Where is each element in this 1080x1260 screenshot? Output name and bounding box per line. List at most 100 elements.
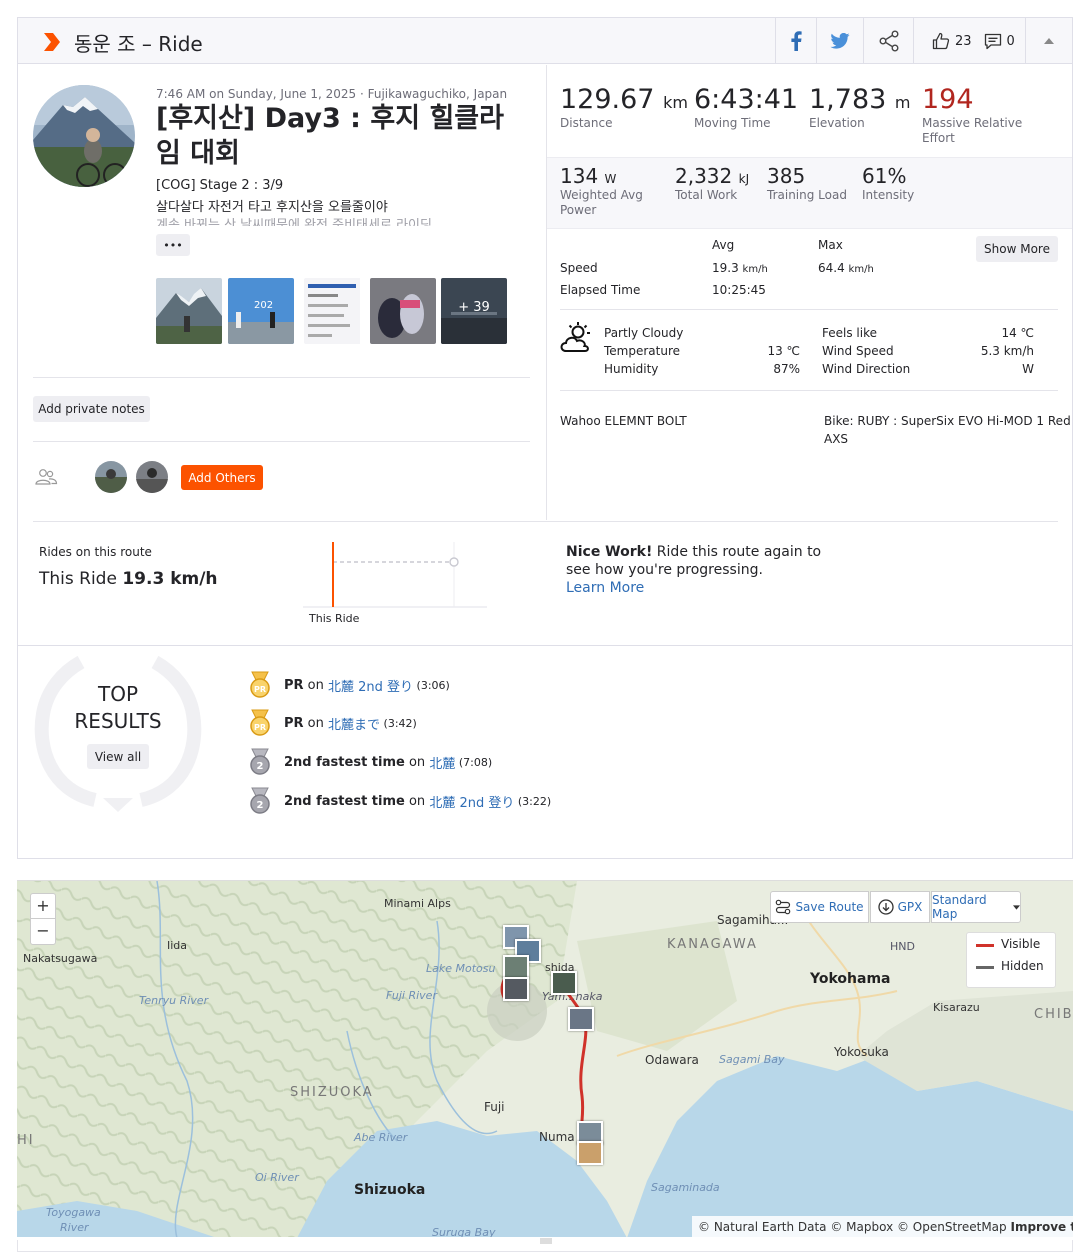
stat-training-load[interactable]: 385 Training Load [767, 164, 847, 203]
photo-pin[interactable] [503, 977, 529, 1001]
caret-down-icon [1013, 904, 1020, 910]
bike-name-line2: AXS [824, 432, 849, 446]
wind-speed-label: Wind Speed [822, 344, 894, 358]
speed-label: Speed [560, 261, 598, 275]
activity-description-line2: 살다살다 자전거 타고 후지산을 오를줄이야 [156, 200, 388, 215]
svg-text:PR: PR [254, 685, 266, 694]
photo-thumbnail[interactable] [370, 278, 436, 344]
route-map[interactable]: Kofu Minami Alps Iida Nakatsugawa Sagami… [17, 880, 1073, 1237]
map-label-chiba: CHIB [1034, 1007, 1073, 1022]
add-others-button[interactable]: Add Others [181, 465, 263, 490]
map-label-yokosuka: Yokosuka [834, 1045, 889, 1059]
result-achievement: PR [284, 715, 304, 731]
photo-pin[interactable] [503, 955, 529, 979]
group-athlete-avatar[interactable] [136, 461, 168, 493]
thumbs-up-icon [932, 32, 950, 50]
more-description-button[interactable]: ••• [156, 234, 190, 256]
sport-chevron-icon [44, 33, 60, 51]
relative-effort-value: 194 [922, 84, 974, 115]
drag-handle-icon[interactable] [540, 1238, 552, 1244]
divider [33, 521, 1058, 522]
power-unit: W [604, 172, 617, 186]
photo-pin[interactable] [551, 971, 577, 995]
route-comparison-chart [303, 542, 487, 608]
zoom-in-button[interactable]: + [31, 894, 55, 919]
stat-intensity[interactable]: 61% Intensity [862, 164, 914, 203]
stat-moving-time: 6:43:41 Moving Time [694, 84, 798, 131]
athlete-avatar[interactable] [33, 85, 135, 187]
add-private-notes-button[interactable]: Add private notes [33, 396, 150, 422]
chart-this-ride-label: This Ride [309, 612, 360, 625]
svg-text:2: 2 [257, 800, 264, 811]
comments-button[interactable]: 0 [984, 33, 1015, 50]
learn-more-link[interactable]: Learn More [566, 579, 821, 597]
photo-thumbnail[interactable] [156, 278, 222, 344]
stat-relative-effort[interactable]: 194 Massive Relative Effort [922, 84, 1022, 146]
distance-label: Distance [560, 116, 613, 130]
twitter-share-button[interactable] [816, 18, 863, 64]
save-route-button[interactable]: Save Route [770, 891, 869, 923]
zoom-out-button[interactable]: − [31, 919, 55, 944]
result-segment-link[interactable]: 北麓まで [328, 714, 380, 733]
result-segment-link[interactable]: 北麓 2nd 登り [429, 792, 514, 811]
moving-time-value: 6:43:41 [694, 84, 799, 115]
divider [560, 390, 1058, 391]
map-label-oi-river: Oi River [255, 1171, 299, 1184]
result-achievement: PR [284, 677, 304, 693]
legend-hidden-label: Hidden [1001, 959, 1044, 973]
show-more-button[interactable]: Show More [976, 236, 1058, 262]
relative-effort-label1: Massive Relative [922, 116, 1023, 130]
activity-description-line1: [COG] Stage 2 : 3/9 [156, 178, 284, 193]
activity-card: 동운 조 – Ride 23 0 7:46 AM on Sunday, June… [17, 17, 1073, 859]
photo-pin[interactable] [568, 1007, 594, 1031]
photo-thumbnail-more[interactable]: + 39 [441, 278, 507, 344]
facebook-share-button[interactable] [775, 18, 816, 64]
map-label-shizuoka: Shizuoka [354, 1182, 426, 1198]
kudos-button[interactable]: 23 [932, 32, 972, 50]
activity-title[interactable]: [후지산] Day3 : 후지 힐클라임 대회 [156, 101, 526, 171]
group-athlete-avatar[interactable] [95, 461, 127, 493]
result-segment-link[interactable]: 北麓 [429, 753, 455, 772]
map-label-iida: Iida [167, 939, 188, 952]
result-item: PR PR on 北麓まで (3:42) [248, 708, 417, 738]
photo-thumbnail[interactable]: 202 [228, 278, 294, 344]
result-item: PR PR on 北麓 2nd 登り (3:06) [248, 670, 450, 700]
map-label-kisarazu: Kisarazu [933, 1001, 980, 1014]
map-type-dropdown[interactable]: Standard Map [931, 891, 1021, 923]
activity-description-line3: 계속 바뀌는 산 날씨때문에 완전 준비태세로 라이딩 [156, 218, 432, 226]
facebook-icon [791, 31, 802, 51]
stat-elevation: 1,783 m Elevation [809, 84, 910, 131]
photos-more-count: + 39 [458, 300, 490, 315]
map-label-lake-motosu: Lake Motosu [426, 962, 496, 975]
gpx-button[interactable]: GPX [870, 891, 930, 923]
share-button[interactable] [863, 18, 913, 64]
view-all-button[interactable]: View all [87, 744, 149, 769]
improve-map-link[interactable]: Improve this map [1010, 1220, 1073, 1234]
map-label-yokohama: Yokohama [810, 971, 891, 987]
photo-pin[interactable] [577, 1141, 603, 1165]
stat-power: 134 W Weighted Avg Power [560, 164, 643, 218]
map-label-abe-river: Abe River [354, 1131, 408, 1144]
bike-name-line1: Bike: RUBY : SuperSix EVO Hi-MOD 1 Red [824, 414, 1071, 428]
training-load-label: Training Load [767, 188, 847, 202]
zoom-controls: + − [30, 893, 56, 945]
moving-time-label: Moving Time [694, 116, 771, 130]
result-segment-link[interactable]: 北麓 2nd 登り [328, 676, 413, 695]
photo-thumbnail[interactable] [304, 278, 370, 344]
second-place-medal-icon: 2 [250, 748, 270, 775]
svg-text:2: 2 [257, 761, 264, 772]
legend-hidden-swatch [976, 966, 994, 969]
svg-text:202: 202 [254, 300, 273, 311]
power-value: 134 [560, 164, 599, 188]
partly-cloudy-icon [560, 322, 590, 352]
collapse-button[interactable] [1025, 18, 1072, 64]
route-icon [776, 899, 791, 915]
stat-total-work: 2,332 kJ Total Work [675, 164, 749, 203]
map-label-partial: Kofu [439, 881, 468, 884]
result-on: on [303, 715, 329, 731]
elevation-unit: m [894, 93, 911, 112]
training-load-value: 385 [767, 164, 806, 188]
speed-avg: 19.3 km/h [712, 261, 768, 275]
kudos-count: 23 [955, 33, 972, 49]
map-label-numazu: Numa [539, 1130, 575, 1144]
